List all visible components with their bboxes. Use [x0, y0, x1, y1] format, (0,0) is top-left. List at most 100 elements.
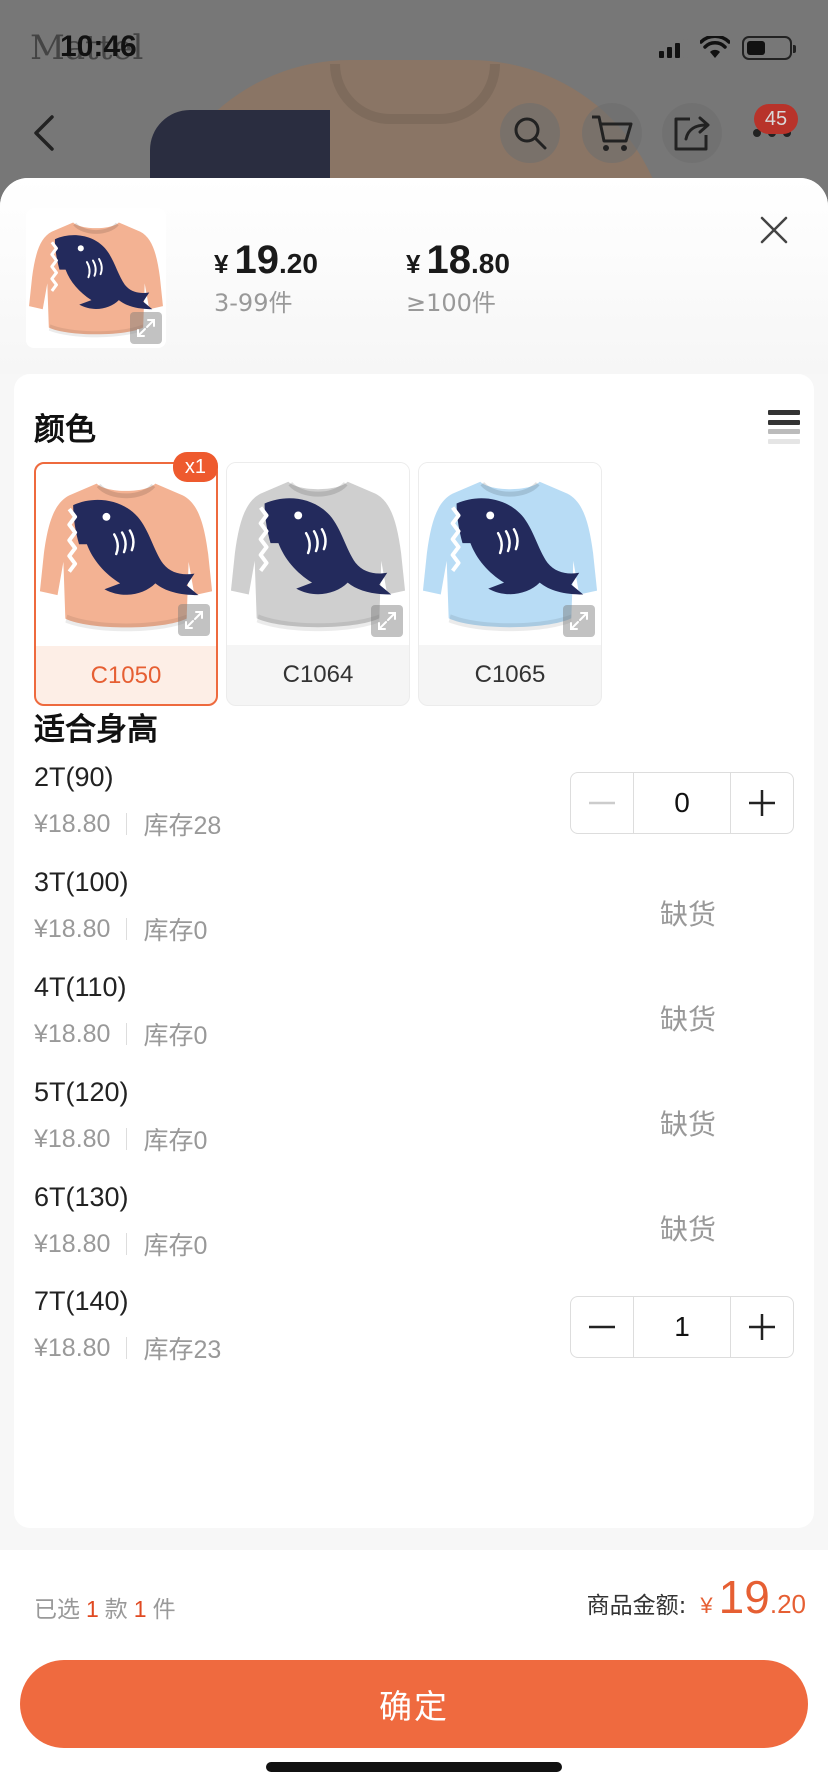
size-price: ¥18.80: [34, 809, 111, 838]
color-swatch[interactable]: C1065: [418, 462, 602, 706]
price-tier-1: ¥19.20 3-99件: [214, 238, 318, 318]
sku-options-card: 颜色 C1050 x1 C1064 C1065 适合身高 2T(90) ¥18.…: [14, 374, 814, 1528]
size-name: 4T(110): [34, 972, 127, 1002]
size-price: ¥18.80: [34, 1124, 111, 1153]
expand-icon: [137, 319, 155, 337]
confirm-button[interactable]: 确定: [20, 1660, 808, 1748]
size-price: ¥18.80: [34, 914, 111, 943]
swatch-expand-button[interactable]: [563, 605, 595, 637]
search-button[interactable]: [500, 103, 560, 163]
color-swatch[interactable]: C1050 x1: [34, 452, 218, 706]
minus-icon: [589, 801, 615, 805]
size-meta: ¥18.80 库存0: [34, 1016, 207, 1052]
price-tier-2: ¥18.80 ≥100件: [406, 238, 510, 318]
sheet-header: ¥19.20 3-99件 ¥18.80 ≥100件: [0, 178, 828, 374]
swatch-expand-button[interactable]: [178, 604, 210, 636]
order-footer: 已选 1 款 1 件 商品金额: ¥ 19 .20 确定: [0, 1550, 828, 1792]
styles-unit: 款: [104, 1597, 128, 1623]
swatch-code: C1065: [474, 661, 546, 688]
quantity-stepper: 1: [570, 1296, 794, 1358]
swatch-code: C1064: [282, 661, 354, 688]
expand-icon: [185, 611, 203, 629]
out-of-stock-label: 缺货: [659, 1213, 716, 1246]
status-indicators: [659, 36, 796, 60]
selected-product-thumbnail[interactable]: [26, 208, 166, 348]
cart-button[interactable]: [582, 103, 642, 163]
size-stock: 库存0: [143, 917, 208, 945]
styles-count: 1: [86, 1596, 99, 1622]
cellular-signal-icon: [659, 38, 688, 58]
wifi-icon: [700, 36, 730, 58]
pieces-count: 1: [133, 1596, 147, 1622]
size-section-title: 适合身高: [34, 712, 158, 748]
size-stock: 库存0: [143, 1022, 208, 1050]
size-row: 2T(90) ¥18.80 库存28 0: [34, 762, 794, 862]
thumbnail-expand-button[interactable]: [130, 312, 162, 344]
plus-icon: [749, 1314, 775, 1340]
selection-summary: 已选 1 款 1 件: [34, 1590, 176, 1624]
size-meta: ¥18.80 库存0: [34, 1226, 207, 1262]
size-row: 4T(110) ¥18.80 库存0 缺货: [34, 972, 794, 1072]
home-indicator: [266, 1762, 562, 1772]
expand-icon: [378, 612, 396, 630]
size-price: ¥18.80: [34, 1019, 111, 1048]
size-price: ¥18.80: [34, 1229, 111, 1258]
price-tier-1-range: 3-99件: [214, 289, 293, 317]
swatch-quantity-badge: x1: [172, 452, 218, 482]
price-tier-2-amount: ¥18.80: [406, 238, 510, 282]
price-tier-1-amount: ¥19.20: [214, 238, 318, 282]
size-meta: ¥18.80 库存0: [34, 911, 207, 947]
share-button[interactable]: [662, 103, 722, 163]
swatch-expand-button[interactable]: [371, 605, 403, 637]
size-stock: 库存0: [143, 1127, 208, 1155]
size-meta: ¥18.80 库存0: [34, 1121, 207, 1157]
out-of-stock-label: 缺货: [659, 1108, 716, 1141]
quantity-stepper: 0: [570, 772, 794, 834]
selected-prefix: 已选: [34, 1597, 80, 1623]
search-icon: [514, 117, 547, 150]
battery-icon: [742, 36, 796, 60]
minus-icon: [589, 1325, 615, 1329]
size-name: 2T(90): [34, 762, 114, 792]
size-row: 3T(100) ¥18.80 库存0 缺货: [34, 867, 794, 967]
total-integer: 19: [718, 1571, 770, 1623]
decrease-button[interactable]: [571, 1297, 633, 1357]
size-name: 7T(140): [34, 1286, 129, 1316]
size-stock: 库存0: [143, 1232, 208, 1260]
size-name: 5T(120): [34, 1077, 129, 1107]
list-view-toggle[interactable]: [768, 410, 800, 444]
close-icon: [760, 216, 788, 244]
size-row: 5T(120) ¥18.80 库存0 缺货: [34, 1077, 794, 1177]
close-button[interactable]: [754, 210, 794, 250]
swatch-code: C1050: [90, 662, 162, 689]
chevron-left-icon: [34, 115, 54, 151]
quantity-input[interactable]: 0: [633, 773, 731, 833]
total-decimal: .20: [769, 1589, 806, 1619]
decrease-button[interactable]: [571, 773, 633, 833]
size-row: 7T(140) ¥18.80 库存23 1: [34, 1286, 794, 1386]
increase-button[interactable]: [731, 1297, 793, 1357]
status-time: 10:46: [60, 30, 137, 63]
out-of-stock-label: 缺货: [659, 898, 716, 931]
size-price: ¥18.80: [34, 1333, 111, 1362]
total-currency: ¥: [700, 1593, 713, 1618]
size-stock: 库存28: [143, 812, 222, 840]
cart-icon: [592, 115, 633, 151]
quantity-input[interactable]: 1: [633, 1297, 731, 1357]
price-tier-2-range: ≥100件: [406, 289, 496, 317]
share-icon: [674, 116, 710, 151]
back-button[interactable]: [14, 103, 74, 163]
size-row: 6T(130) ¥18.80 库存0 缺货: [34, 1182, 794, 1282]
sku-selector-sheet: ¥19.20 3-99件 ¥18.80 ≥100件 颜色 C1050 x1 C1…: [0, 178, 828, 1792]
total-label: 商品金额:: [586, 1593, 687, 1619]
out-of-stock-label: 缺货: [659, 1003, 716, 1036]
size-stock: 库存23: [143, 1336, 222, 1364]
size-name: 6T(130): [34, 1182, 129, 1212]
increase-button[interactable]: [731, 773, 793, 833]
color-section-title: 颜色: [34, 412, 96, 448]
size-meta: ¥18.80 库存28: [34, 806, 221, 842]
pieces-unit: 件: [152, 1597, 176, 1623]
color-swatch[interactable]: C1064: [226, 462, 410, 706]
cart-count-badge: 45: [754, 104, 798, 134]
expand-icon: [570, 612, 588, 630]
